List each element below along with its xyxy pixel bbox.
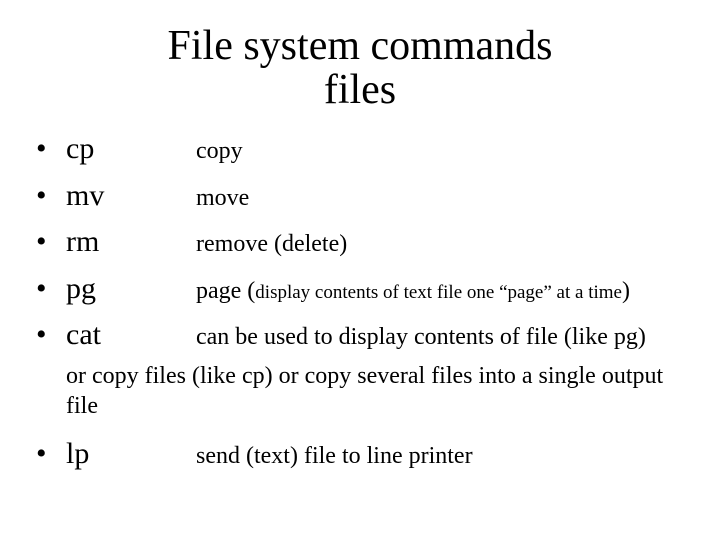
bullet-icon: • [36,431,66,478]
bullet-icon: • [36,219,66,266]
command-desc: page (display contents of text file one … [196,273,684,310]
command-name: rm [66,219,196,266]
command-desc: copy [196,133,684,170]
slide-title: File system commands files [36,24,684,112]
slide: File system commands files • cp copy • m… [0,0,720,540]
command-desc: move [196,180,684,217]
command-name: cat [66,312,196,359]
command-desc: remove (delete) [196,226,684,263]
command-name: cp [66,126,196,173]
bullet-icon: • [36,312,66,359]
command-desc-continuation: or copy files (like cp) or copy several … [66,361,684,421]
command-name: pg [66,266,196,313]
desc-pre: page ( [196,278,255,304]
list-item: • cat can be used to display contents of… [36,312,684,359]
list-item: • lp send (text) file to line printer [36,431,684,478]
title-line-1: File system commands [168,23,553,69]
bullet-icon: • [36,126,66,173]
title-line-2: files [324,67,396,113]
list-item: • mv move [36,173,684,220]
slide-body: • cp copy • mv move • rm remove (delete)… [36,126,684,477]
list-item: • rm remove (delete) [36,219,684,266]
list-item: • cp copy [36,126,684,173]
command-name: lp [66,431,196,478]
bullet-icon: • [36,173,66,220]
desc-post: ) [622,278,630,304]
bullet-icon: • [36,266,66,313]
desc-paren: display contents of text file one “page”… [255,282,622,303]
list-item: • pg page (display contents of text file… [36,266,684,313]
command-name: mv [66,173,196,220]
command-desc: can be used to display contents of file … [196,319,684,356]
command-desc: send (text) file to line printer [196,438,684,475]
